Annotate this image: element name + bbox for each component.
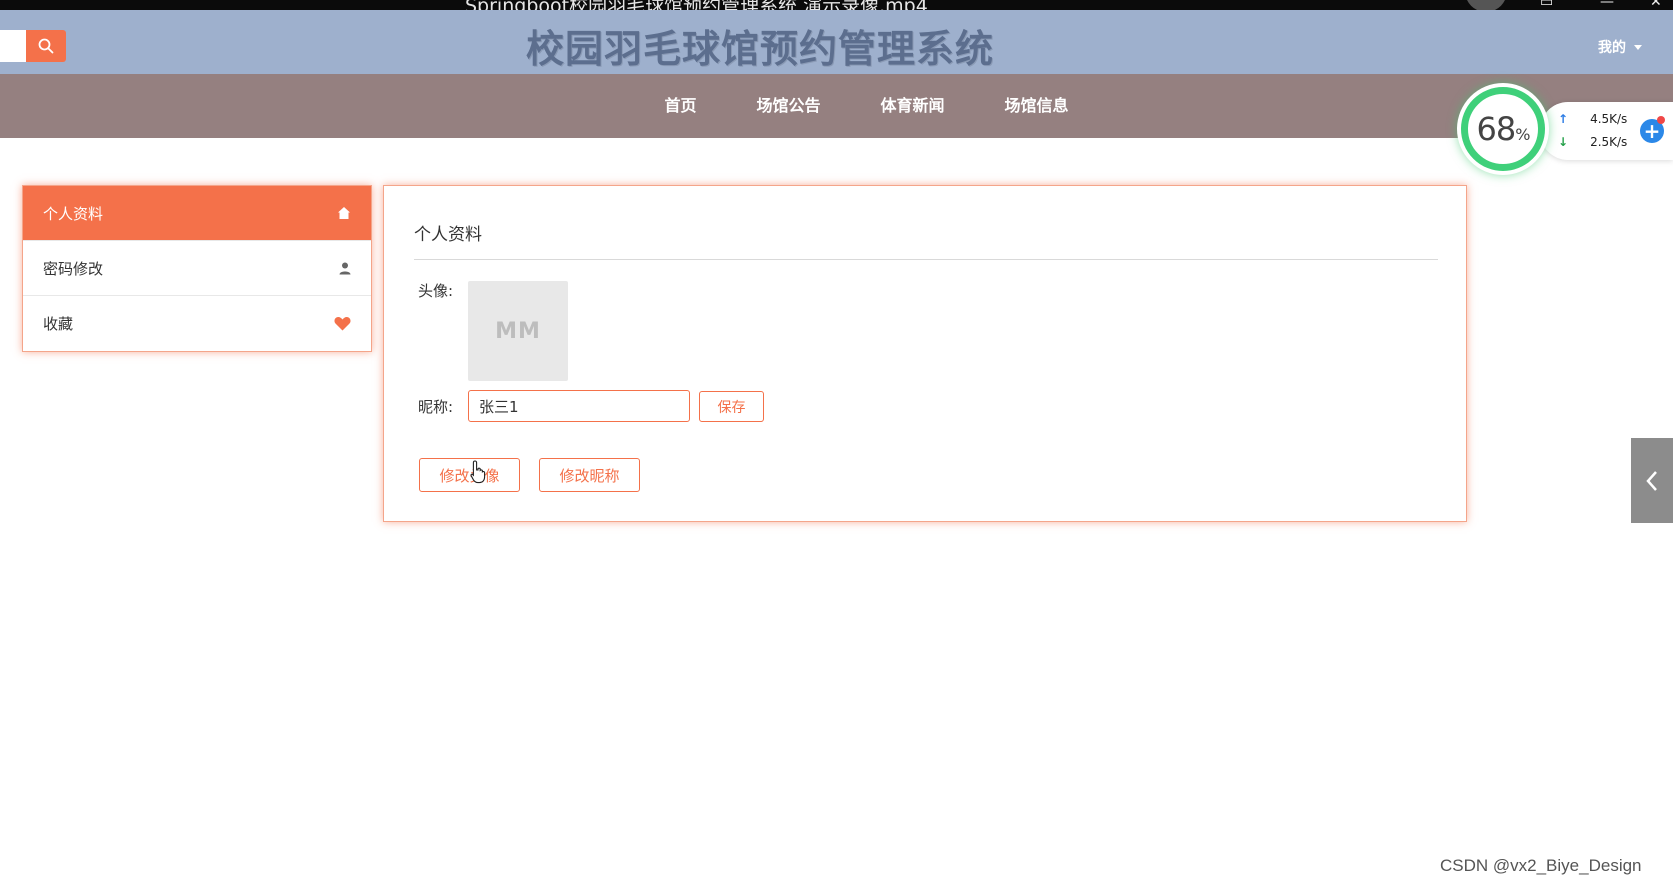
divider [414,259,1438,260]
site-header: 校园羽毛球馆预约管理系统 我的 [0,10,1673,74]
site-title: 校园羽毛球馆预约管理系统 [525,27,994,71]
caret-down-icon [1634,44,1642,50]
notification-dot [1657,116,1665,124]
panel-title: 个人资料 [414,225,482,245]
user-icon [339,262,351,274]
change-nickname-button[interactable]: 修改昵称 [539,458,640,492]
window-title: Springboot校园羽毛球馆预约管理系统 演示录像.mp4 [465,0,928,10]
save-button[interactable]: 保存 [699,391,764,422]
sidebar-item-password[interactable]: 密码修改 [23,241,371,296]
nickname-field[interactable] [468,390,690,422]
main-nav: 首页 场馆公告 体育新闻 场馆信息 [0,74,1673,138]
arrow-down-icon: ↓ [1558,135,1569,149]
window-titlebar: Springboot校园羽毛球馆预约管理系统 演示录像.mp4 ▭ — ✕ [0,0,1673,10]
nav-item-venue-info[interactable]: 场馆信息 [975,74,1099,138]
nav-item-sports-news[interactable]: 体育新闻 [851,74,975,138]
user-menu[interactable]: 我的 [1598,37,1642,57]
nickname-label: 昵称: [418,398,454,416]
watermark: CSDN @vx2_Biye_Design [1440,856,1642,875]
download-speed: ↓ 2.5K/s [1558,135,1628,149]
gauge-percent: 68% [1476,110,1531,148]
nav-item-home[interactable]: 首页 [634,74,726,138]
sidebar-item-profile[interactable]: 个人资料 [23,186,371,241]
cpu-gauge[interactable]: 68% [1457,83,1549,175]
chevron-left-icon [1646,470,1657,491]
upload-speed: ↑ 4.5K/s [1558,112,1628,126]
titlebar-avatar [1465,0,1507,10]
user-menu-label: 我的 [1598,40,1626,56]
nav-item-venue-notices[interactable]: 场馆公告 [726,74,850,138]
network-monitor: ↑ 4.5K/s ↓ 2.5K/s + [1540,102,1673,160]
avatar-placeholder: MM [495,318,541,344]
home-icon [338,207,350,219]
collapse-tab[interactable] [1631,438,1673,523]
close-window-icon[interactable]: ✕ [1650,0,1662,10]
sidebar-item-label: 个人资料 [43,204,104,223]
profile-panel: 个人资料 头像: MM 昵称: 保存 修改头像 修改昵称 [383,185,1467,522]
profile-sidebar: 个人资料 密码修改 收藏 [22,185,372,352]
minimize-window-icon[interactable]: — [1600,0,1614,10]
arrow-up-icon: ↑ [1558,112,1569,126]
sidebar-item-label: 收藏 [43,315,74,333]
heart-icon [334,317,351,331]
hand-cursor-icon [470,460,486,484]
avatar-label: 头像: [418,282,454,300]
avatar: MM [468,281,568,381]
sidebar-item-favorites[interactable]: 收藏 [23,296,371,351]
restore-window-icon[interactable]: ▭ [1540,0,1553,10]
sidebar-item-label: 密码修改 [43,259,104,278]
